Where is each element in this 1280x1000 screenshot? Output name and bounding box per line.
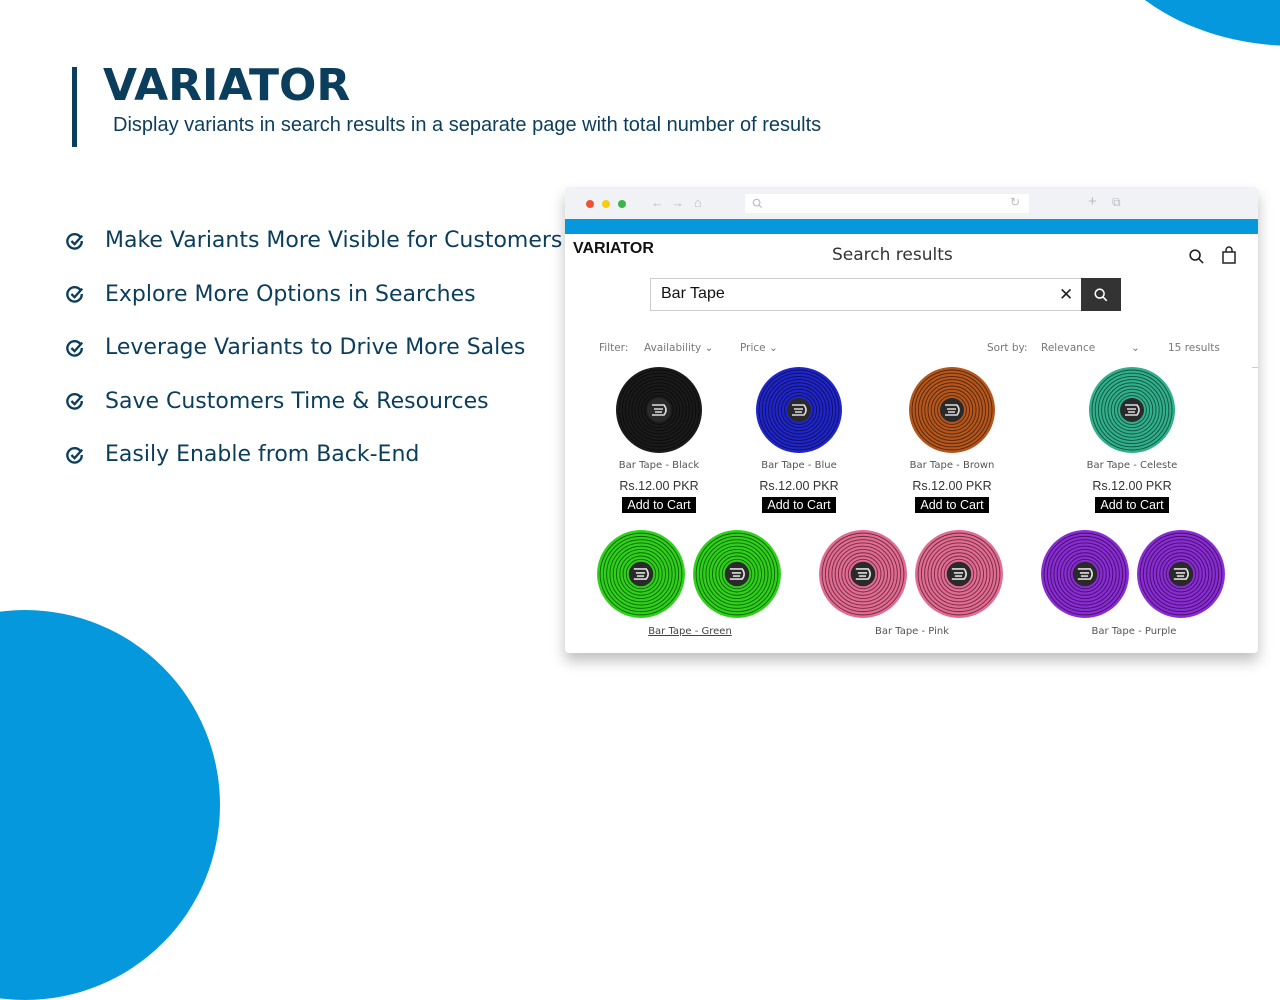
check-circle-icon — [66, 339, 84, 357]
product-card: Bar Tape - Green — [595, 528, 785, 637]
address-bar[interactable]: ↻ — [745, 194, 1029, 213]
product-image[interactable] — [754, 365, 844, 455]
scrollbar[interactable] — [1252, 367, 1258, 368]
product-image — [915, 530, 1003, 618]
slide-subtitle: Display variants in search results in a … — [113, 114, 822, 136]
sort-select[interactable]: Relevance ⌄ — [1041, 342, 1141, 354]
decorative-blob-top-right — [1085, 0, 1280, 46]
feature-item: Save Customers Time & Resources — [66, 375, 562, 429]
product-image — [693, 530, 781, 618]
clear-search-icon[interactable]: ✕ — [1059, 285, 1073, 305]
results-count: 15 results — [1168, 342, 1220, 354]
chevron-down-icon: ⌄ — [768, 342, 778, 354]
product-image — [1041, 530, 1129, 618]
announcement-bar — [565, 219, 1258, 234]
feature-text: Explore More Options in Searches — [105, 281, 476, 307]
brand-cap — [940, 398, 964, 422]
product-image-pair[interactable] — [1039, 528, 1229, 626]
product-price: Rs.12.00 PKR — [619, 479, 699, 493]
product-price: Rs.12.00 PKR — [1092, 479, 1172, 493]
brand-cap — [724, 561, 750, 587]
close-window-button[interactable] — [586, 200, 594, 208]
maximize-window-button[interactable] — [618, 200, 626, 208]
search-icon — [752, 198, 763, 209]
tabs-overview-icon[interactable]: ⧉ — [1112, 195, 1121, 210]
header-search-icon[interactable] — [1188, 248, 1205, 265]
page-title: Search results — [832, 245, 953, 265]
slide-title: VARIATOR — [103, 60, 351, 111]
add-to-cart-button[interactable]: Add to Cart — [762, 497, 836, 513]
filter-label: Filter: — [599, 342, 629, 354]
feature-list: Make Variants More Visible for Customers… — [66, 214, 562, 482]
product-image — [597, 530, 685, 618]
product-name[interactable]: Bar Tape - Celeste — [1078, 460, 1186, 471]
add-to-cart-button[interactable]: Add to Cart — [622, 497, 696, 513]
brand-cap — [787, 398, 811, 422]
back-arrow-icon[interactable]: ← — [651, 195, 664, 210]
brand-cap — [850, 561, 876, 587]
filter-price-dropdown[interactable]: Price ⌄ — [740, 342, 778, 354]
product-name[interactable]: Bar Tape - Pink — [817, 626, 1007, 637]
search-submit-button[interactable] — [1081, 278, 1121, 311]
product-image — [819, 530, 907, 618]
feature-item: Make Variants More Visible for Customers — [66, 214, 562, 268]
product-image[interactable] — [614, 365, 704, 455]
store-logo[interactable]: VARIATOR — [573, 240, 654, 258]
forward-arrow-icon[interactable]: → — [671, 195, 684, 210]
product-name[interactable]: Bar Tape - Purple — [1039, 626, 1229, 637]
check-circle-icon — [66, 232, 84, 250]
brand-cap — [1168, 561, 1194, 587]
product-card: Bar Tape - Blue Rs.12.00 PKR Add to Cart — [745, 365, 853, 514]
product-image[interactable] — [1087, 365, 1177, 455]
sort-label: Sort by: — [987, 342, 1028, 354]
decorative-blob-bottom-left — [0, 610, 220, 1000]
feature-text: Make Variants More Visible for Customers — [105, 228, 563, 254]
feature-text: Leverage Variants to Drive More Sales — [105, 335, 526, 361]
product-image-pair[interactable] — [595, 528, 785, 626]
search-icon — [1094, 288, 1108, 302]
product-name[interactable]: Bar Tape - Brown — [898, 460, 1006, 471]
chevron-down-icon: ⌄ — [704, 342, 714, 354]
filter-availability-dropdown[interactable]: Availability ⌄ — [644, 342, 713, 354]
brand-cap — [1120, 398, 1144, 422]
product-image — [1137, 530, 1225, 618]
search-input[interactable] — [659, 284, 1043, 304]
feature-item: Explore More Options in Searches — [66, 268, 562, 322]
add-to-cart-button[interactable]: Add to Cart — [915, 497, 989, 513]
chevron-down-icon: ⌄ — [1131, 342, 1140, 354]
feature-item: Easily Enable from Back-End — [66, 428, 562, 482]
brand-cap — [628, 561, 654, 587]
brand-cap — [647, 398, 671, 422]
product-card: Bar Tape - Black Rs.12.00 PKR Add to Car… — [605, 365, 713, 514]
product-card: Bar Tape - Brown Rs.12.00 PKR Add to Car… — [898, 365, 1006, 514]
product-name[interactable]: Bar Tape - Blue — [745, 460, 853, 471]
feature-text: Save Customers Time & Resources — [105, 388, 489, 414]
brand-cap — [946, 561, 972, 587]
product-card: Bar Tape - Purple — [1039, 528, 1229, 637]
product-name[interactable]: Bar Tape - Black — [605, 460, 713, 471]
browser-toolbar: ← → ⌂ ↻ + ⧉ — [565, 187, 1258, 219]
product-price: Rs.12.00 PKR — [759, 479, 839, 493]
cart-bag-icon[interactable] — [1221, 246, 1237, 264]
feature-item: Leverage Variants to Drive More Sales — [66, 321, 562, 375]
brand-cap — [1072, 561, 1098, 587]
product-card: Bar Tape - Celeste Rs.12.00 PKR Add to C… — [1078, 365, 1186, 514]
check-circle-icon — [66, 393, 84, 410]
product-image-pair[interactable] — [817, 528, 1007, 626]
product-name[interactable]: Bar Tape - Green — [595, 626, 785, 637]
home-icon[interactable]: ⌂ — [694, 195, 702, 210]
add-to-cart-button[interactable]: Add to Cart — [1095, 497, 1169, 513]
search-field[interactable]: ✕ — [650, 278, 1083, 311]
browser-window: ← → ⌂ ↻ + ⧉ VARIATOR Search results ✕ Fi… — [565, 187, 1258, 653]
product-image[interactable] — [907, 365, 997, 455]
check-circle-icon — [66, 446, 84, 464]
reload-icon[interactable]: ↻ — [1010, 195, 1020, 209]
check-circle-icon — [66, 286, 84, 303]
new-tab-icon[interactable]: + — [1088, 193, 1097, 210]
product-card: Bar Tape - Pink — [817, 528, 1007, 637]
minimize-window-button[interactable] — [602, 200, 610, 208]
title-accent-bar — [72, 67, 77, 147]
feature-text: Easily Enable from Back-End — [105, 442, 420, 468]
product-price: Rs.12.00 PKR — [912, 479, 992, 493]
